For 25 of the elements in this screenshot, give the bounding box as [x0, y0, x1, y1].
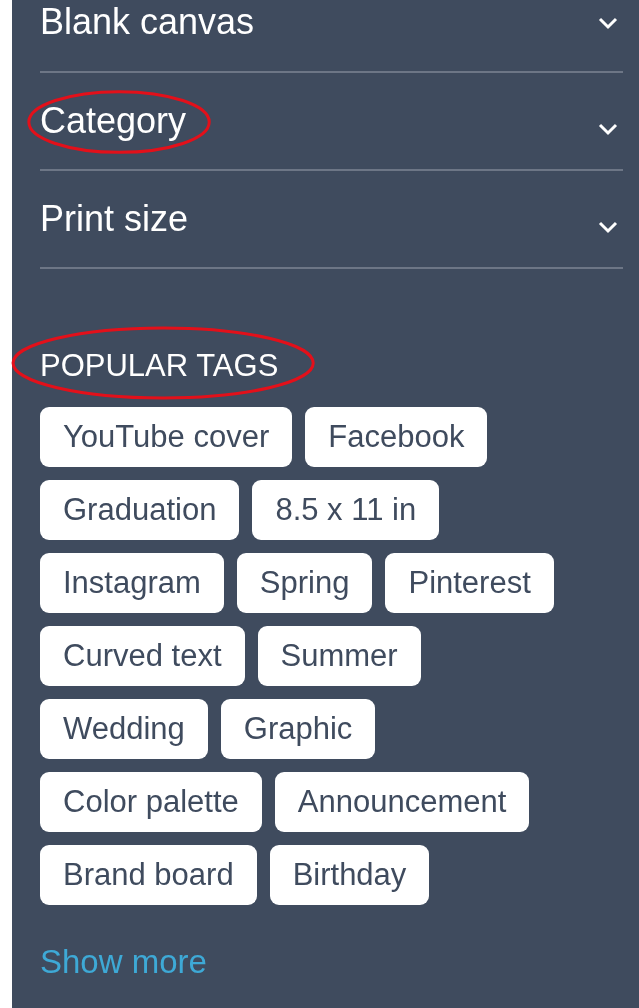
- tag-chip[interactable]: Wedding: [40, 699, 208, 759]
- filter-row[interactable]: Blank canvas: [40, 0, 623, 73]
- filter-label: Print size: [40, 199, 189, 239]
- tag-chip[interactable]: Summer: [257, 626, 421, 686]
- section-heading: POPULAR TAGS: [40, 349, 279, 383]
- tag-chip[interactable]: Graphic: [220, 699, 376, 759]
- chevron-icon: [597, 16, 619, 30]
- chevron-icon: [597, 220, 619, 234]
- tag-chip[interactable]: Facebook: [305, 407, 488, 467]
- filter-label: Blank canvas: [40, 0, 255, 44]
- tag-chip[interactable]: Announcement: [274, 772, 530, 832]
- filter-row[interactable]: Print size: [40, 171, 623, 269]
- filter-row[interactable]: Category: [40, 73, 623, 171]
- tag-chip[interactable]: Curved text: [40, 626, 245, 686]
- tag-chip[interactable]: Instagram: [40, 553, 224, 613]
- tag-chip[interactable]: Pinterest: [385, 553, 554, 613]
- tag-chip[interactable]: Color palette: [40, 772, 262, 832]
- tag-chip[interactable]: Spring: [236, 553, 373, 613]
- filter-label: Category: [40, 101, 187, 141]
- tag-chip[interactable]: YouTube cover: [40, 407, 293, 467]
- tag-chip[interactable]: Graduation: [40, 480, 240, 540]
- tag-chip[interactable]: Birthday: [269, 845, 430, 905]
- tag-chip[interactable]: 8.5 x 11 in: [252, 480, 440, 540]
- chevron-icon: [597, 122, 619, 136]
- tag-chip[interactable]: Brand board: [40, 845, 257, 905]
